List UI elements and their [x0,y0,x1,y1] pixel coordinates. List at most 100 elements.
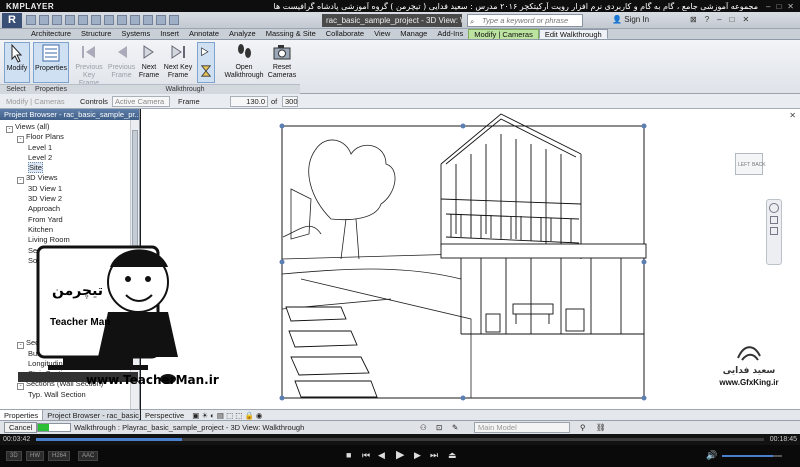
window-maximize-icon[interactable]: □ [730,15,735,24]
total-frames-button[interactable]: 300 [282,96,298,107]
render-icon[interactable]: ▤ [217,411,224,420]
redo-icon[interactable] [65,15,75,25]
tree-node[interactable]: 3D View 2 [0,194,139,204]
frame-input[interactable]: 130.0 [230,96,268,107]
next-key-frame-button[interactable]: Next Key Frame [162,42,194,83]
next-icon[interactable]: ⏭ [430,450,438,461]
window-close-icon[interactable]: ✕ [742,15,749,24]
tab-properties[interactable]: Properties [0,410,44,420]
reset-cameras-button[interactable]: Reset Cameras [266,42,298,83]
shadows-icon[interactable]: ◐ [210,411,215,420]
play-button[interactable] [197,42,215,83]
tab-insert[interactable]: Insert [155,29,184,39]
tab-systems[interactable]: Systems [116,29,155,39]
sign-in-button[interactable]: 👤 Sign In [612,15,649,24]
chip-aac[interactable]: AAC [78,451,99,461]
help-search-input[interactable]: ⌕ Type a keyword or phrase [467,14,583,27]
minimize-icon[interactable]: – [766,2,770,11]
forward-icon[interactable]: ▶ [414,450,421,461]
next-key-frame-icon [171,45,185,59]
temp-hide-icon[interactable]: ◉ [256,411,263,420]
tab-analyze[interactable]: Analyze [224,29,261,39]
tree-node[interactable]: -3D Views [0,173,139,185]
tab-architecture[interactable]: Architecture [26,29,76,39]
previous-key-frame-button[interactable]: Previous Key Frame [73,42,105,87]
tab-view[interactable]: View [369,29,395,39]
window-minimize-icon[interactable]: – [717,15,721,24]
worksets-icon[interactable]: ⚇ [420,421,427,434]
open-walkthrough-button[interactable]: Open Walkthrough [222,42,266,83]
lock-view-icon[interactable]: 🔒 [244,411,253,420]
modify-button[interactable]: Modify [4,42,30,83]
player-controls: 3D HW H264 AAC ■ ⏮ ◀ ▶ ▶ ⏭ ⏏ 🔊 [0,445,800,467]
tab-modify-cameras[interactable]: Modify | Cameras [468,29,539,39]
maximize-icon[interactable]: □ [776,2,781,11]
chip-hw[interactable]: HW [26,451,44,461]
chip-h264[interactable]: H264 [48,451,71,461]
steering-wheel-icon[interactable] [769,203,779,213]
tab-collaborate[interactable]: Collaborate [321,29,369,39]
properties-button[interactable]: Properties [33,42,69,83]
play-pause-icon[interactable]: ▶ [396,448,404,461]
save-icon[interactable] [39,15,49,25]
volume-icon[interactable]: 🔊 [706,450,717,461]
thin-lines-icon[interactable] [143,15,153,25]
stop-icon[interactable]: ■ [346,450,351,460]
tree-node[interactable]: Approach [0,204,139,214]
tree-node[interactable]: 3D View 1 [0,184,139,194]
print-icon[interactable] [78,15,88,25]
zoom-icon[interactable] [770,216,778,224]
select-links-icon[interactable]: ⛓ [596,421,606,434]
rewind-icon[interactable]: ◀ [378,450,385,461]
tab-structure[interactable]: Structure [76,29,116,39]
seek-slider[interactable] [36,438,764,441]
application-menu-button[interactable]: R [2,13,22,28]
visual-style-icon[interactable]: ▣ [192,411,199,420]
close-views-icon[interactable] [156,15,166,25]
tree-node[interactable]: - Views (all) [0,122,139,133]
scrollbar-thumb[interactable] [132,130,138,250]
sun-path-icon[interactable]: ☀ [201,411,208,420]
tab-massing-site[interactable]: Massing & Site [261,29,321,39]
switch-windows-icon[interactable] [169,15,179,25]
undo-icon[interactable] [52,15,62,25]
measure-icon[interactable] [91,15,101,25]
exchange-apps-icon[interactable]: ⊠ [690,15,697,24]
chip-3d[interactable]: 3D [6,451,22,461]
show-crop-icon[interactable]: ⬚ [235,411,242,420]
tab-edit-walkthrough[interactable]: Edit Walkthrough [538,29,608,39]
editable-only-icon[interactable]: ✎ [452,421,458,434]
tree-node[interactable]: Site [0,162,139,174]
previous-frame-button[interactable]: Previous Frame [107,42,136,83]
viewcube[interactable]: LEFT BACK [735,153,766,175]
drawing-area[interactable]: ✕ LEFT BACK [141,109,800,409]
tab-annotate[interactable]: Annotate [184,29,224,39]
main-model-select[interactable]: Main Model [474,422,570,433]
text-icon[interactable] [104,15,114,25]
tree-node[interactable]: Level 2 [0,153,139,163]
open-icon[interactable] [26,15,36,25]
tab-manage[interactable]: Manage [395,29,432,39]
walkthrough-perspective-view[interactable] [141,109,800,409]
tree-node[interactable]: Kitchen [0,225,139,235]
help-icon[interactable]: ? [705,15,709,24]
close-icon[interactable]: ✕ [787,2,794,11]
tree-node[interactable]: - Floor Plans [0,132,139,144]
tab-add-ins[interactable]: Add-Ins [432,29,468,39]
tree-node[interactable]: Level 1 [0,143,139,153]
filter-icon[interactable]: ⚲ [580,421,586,434]
zoom-extents-icon[interactable] [770,227,778,235]
tree-node[interactable]: From Yard [0,215,139,225]
cancel-button[interactable]: Cancel [4,422,38,433]
playback-progress-bar [37,423,71,432]
controls-select[interactable]: Active Camera [112,96,170,107]
section-icon[interactable] [130,15,140,25]
design-options-icon[interactable]: ⊡ [436,421,442,434]
open-file-icon[interactable]: ⏏ [448,450,457,461]
next-frame-button[interactable]: Next Frame [137,42,161,83]
player-logo[interactable]: KMPLAYER [0,2,80,11]
3d-view-icon[interactable] [117,15,127,25]
volume-slider[interactable] [722,455,782,457]
previous-icon[interactable]: ⏮ [362,450,370,461]
crop-view-icon[interactable]: ⬚ [226,411,233,420]
